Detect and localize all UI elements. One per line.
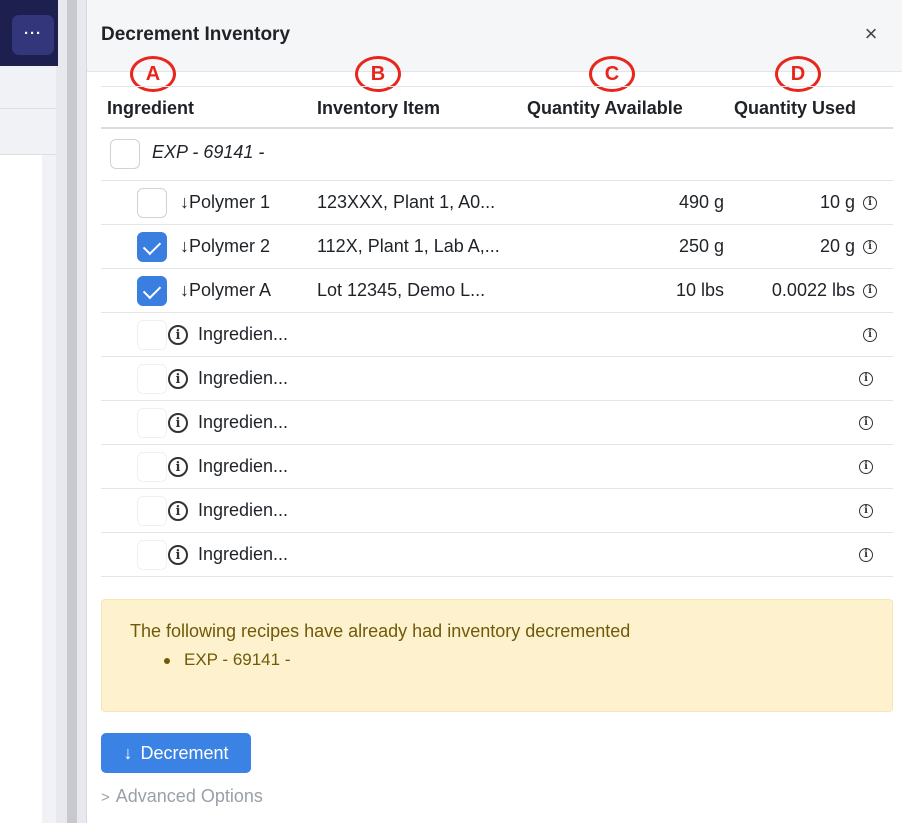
- advanced-options-label: Advanced Options: [115, 786, 263, 806]
- inventory-item: 112X, Plant 1, Lab A,...: [317, 236, 500, 256]
- header-ingredient: Ingredient: [107, 98, 195, 118]
- quantity-available: 250 g: [678, 236, 724, 256]
- placeholder-row: i Ingredien... i: [101, 489, 893, 533]
- group-row: EXP - 69141 -: [101, 129, 893, 181]
- info-icon[interactable]: i: [168, 501, 188, 521]
- decrement-button[interactable]: ↓ Decrement: [101, 733, 251, 773]
- table-row: ↓Polymer A Lot 12345, Demo L... 10 lbs 0…: [101, 269, 893, 313]
- row-checkbox[interactable]: [137, 364, 167, 394]
- decrement-inventory-panel: Decrement Inventory × A B C D Ingredient…: [86, 0, 902, 823]
- info-icon[interactable]: i: [863, 196, 877, 210]
- quantity-available: 490 g: [678, 192, 724, 212]
- row-checkbox[interactable]: [137, 232, 167, 262]
- inventory-table: Ingredient Inventory Item Quantity Avail…: [101, 86, 893, 577]
- info-icon[interactable]: i: [859, 548, 873, 562]
- placeholder-row: i Ingredien... i: [101, 533, 893, 577]
- info-icon[interactable]: i: [168, 413, 188, 433]
- info-icon[interactable]: i: [863, 328, 877, 342]
- quantity-used: 10 g: [819, 192, 855, 212]
- group-checkbox[interactable]: [110, 139, 140, 169]
- inventory-item: Lot 12345, Demo L...: [317, 280, 486, 300]
- info-icon[interactable]: i: [168, 325, 188, 345]
- ingredient-name: ↓Polymer 1: [180, 192, 271, 212]
- info-icon[interactable]: i: [168, 457, 188, 477]
- warning-message: The following recipes have already had i…: [130, 621, 631, 641]
- row-checkbox[interactable]: [137, 188, 167, 218]
- arrow-down-icon: ↓: [123, 742, 133, 763]
- chevron-right-icon: >: [101, 789, 110, 806]
- info-icon[interactable]: i: [859, 416, 873, 430]
- row-checkbox[interactable]: [137, 276, 167, 306]
- row-checkbox[interactable]: [137, 540, 167, 570]
- already-decremented-warning: The following recipes have already had i…: [101, 599, 893, 712]
- ingredient-name: Ingredien...: [198, 368, 289, 388]
- panel-title: Decrement Inventory: [101, 24, 291, 45]
- info-icon[interactable]: i: [859, 460, 873, 474]
- ingredient-name: Ingredien...: [198, 324, 289, 344]
- info-icon[interactable]: i: [168, 545, 188, 565]
- close-icon[interactable]: ×: [861, 23, 881, 45]
- inventory-item: 123XXX, Plant 1, A0...: [317, 192, 496, 212]
- info-icon[interactable]: i: [863, 284, 877, 298]
- ingredient-name: Ingredien...: [198, 544, 289, 564]
- ingredient-name: Ingredien...: [198, 412, 289, 432]
- info-icon[interactable]: i: [863, 240, 877, 254]
- quantity-available: 10 lbs: [675, 280, 724, 300]
- quantity-used: 0.0022 lbs: [771, 280, 855, 300]
- placeholder-row: i Ingredien... i: [101, 401, 893, 445]
- placeholder-row: i Ingredien... i: [101, 445, 893, 489]
- placeholder-row: i Ingredien... i: [101, 313, 893, 357]
- top-bar: ···: [0, 0, 58, 66]
- info-icon[interactable]: i: [859, 504, 873, 518]
- info-icon[interactable]: i: [859, 372, 873, 386]
- info-icon[interactable]: i: [168, 369, 188, 389]
- table-row: ↓Polymer 2 112X, Plant 1, Lab A,... 250 …: [101, 225, 893, 269]
- divider: [0, 108, 56, 109]
- table-row: ↓Polymer 1 123XXX, Plant 1, A0... 490 g …: [101, 181, 893, 225]
- header-quantity-used: Quantity Used: [734, 98, 857, 118]
- quantity-used: 20 g: [819, 236, 855, 256]
- warning-list-item: EXP - 69141 -: [163, 650, 291, 669]
- placeholder-row: i Ingredien... i: [101, 357, 893, 401]
- ingredient-name: ↓Polymer 2: [180, 236, 271, 256]
- table-header: Ingredient Inventory Item Quantity Avail…: [101, 86, 893, 129]
- ingredient-name: Ingredien...: [198, 500, 289, 520]
- scrollbar[interactable]: [64, 0, 80, 823]
- header-inventory-item: Inventory Item: [317, 98, 441, 118]
- group-label: EXP - 69141 -: [152, 142, 265, 162]
- row-checkbox[interactable]: [137, 408, 167, 438]
- background-content: [0, 155, 42, 823]
- row-checkbox[interactable]: [137, 496, 167, 526]
- ingredient-name: Ingredien...: [198, 456, 289, 476]
- header-quantity-available: Quantity Available: [527, 98, 683, 118]
- more-menu-button[interactable]: ···: [12, 15, 54, 55]
- background-app: ···: [0, 0, 86, 823]
- ingredient-name: ↓Polymer A: [180, 280, 272, 300]
- advanced-options-toggle[interactable]: > Advanced Options: [101, 786, 263, 807]
- row-checkbox[interactable]: [137, 452, 167, 482]
- row-checkbox[interactable]: [137, 320, 167, 350]
- decrement-label: Decrement: [140, 742, 229, 763]
